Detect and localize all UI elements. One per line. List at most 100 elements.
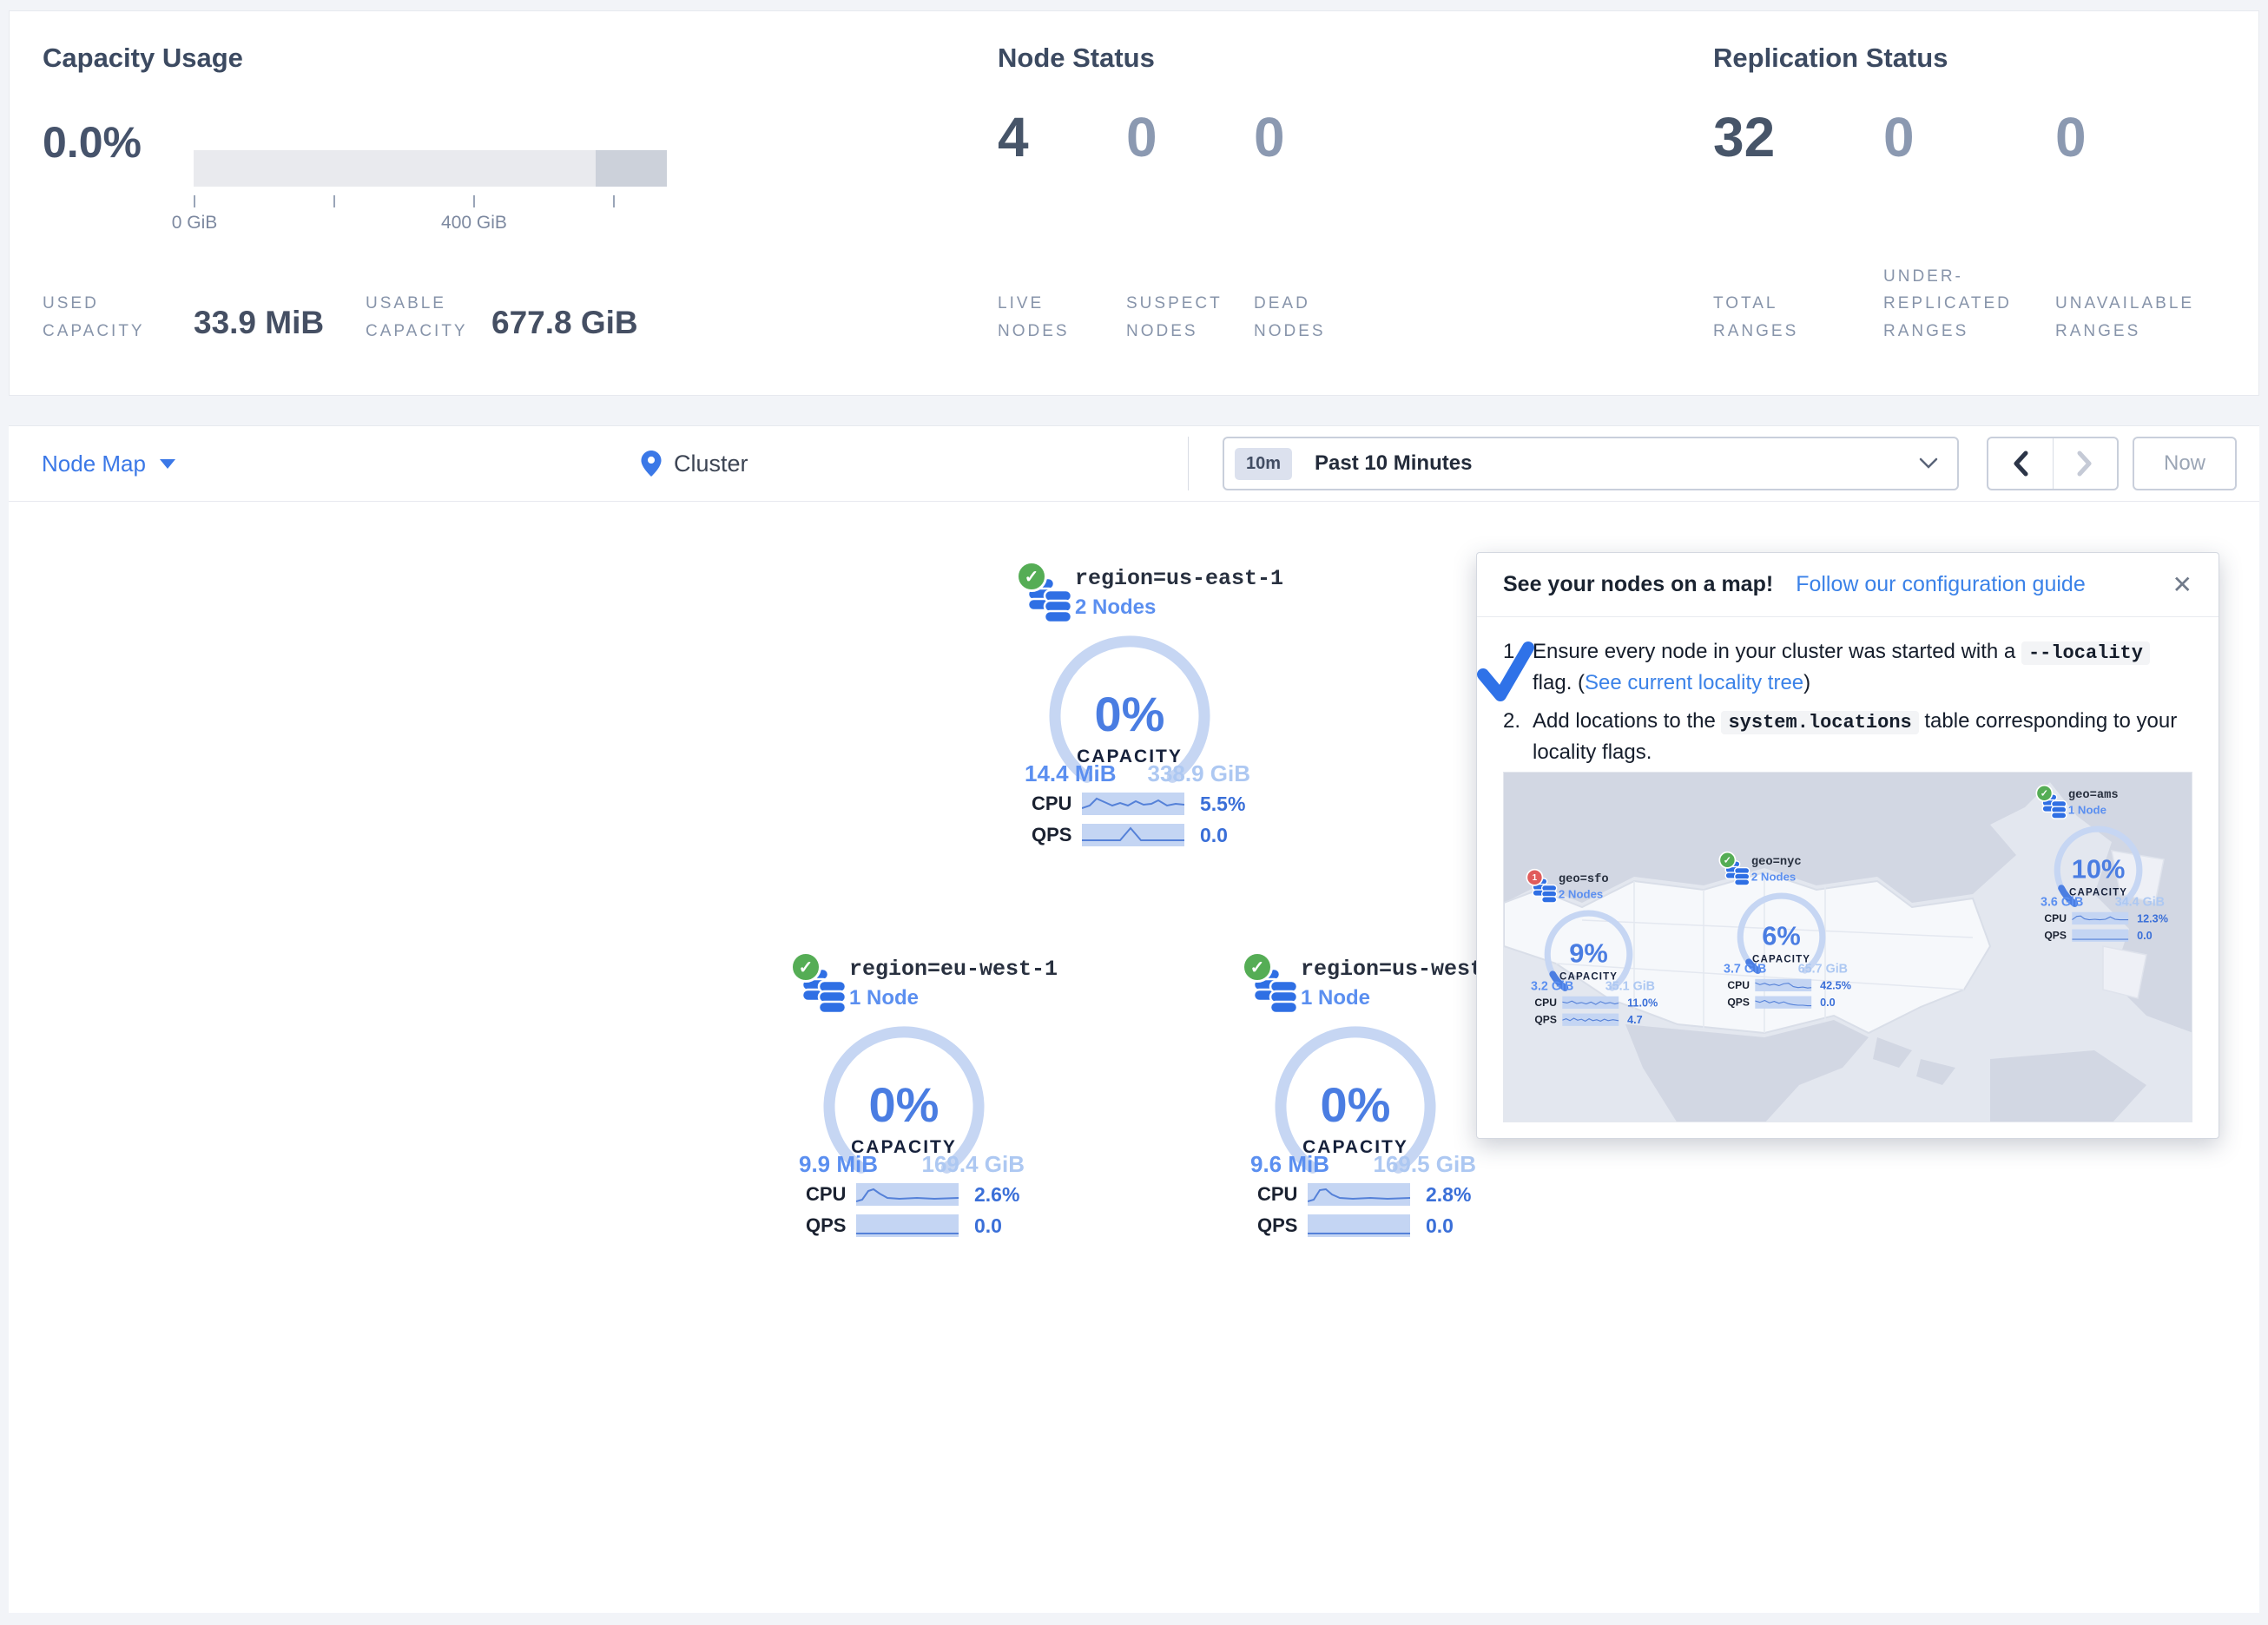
node-map-canvas: ✓ region=us-east-1 2 Nodes 0% CAPACITY 1…: [9, 502, 2259, 1613]
live-nodes-label: LIVE NODES: [998, 290, 1102, 345]
breadcrumb[interactable]: Cluster: [641, 426, 748, 501]
locality-node-count-link[interactable]: 1 Node: [1301, 986, 1370, 1010]
qps-label: QPS: [1257, 1214, 1308, 1237]
cpu-value: 12.3%: [2137, 911, 2168, 924]
qps-metric-row: QPS 0.0: [806, 1214, 1032, 1238]
configuration-guide-link[interactable]: Follow our configuration guide: [1796, 572, 2086, 597]
close-icon[interactable]: ✕: [2172, 570, 2192, 599]
capacity-usage-title: Capacity Usage: [43, 43, 243, 74]
status-ok-badge: ✓: [1016, 561, 1047, 592]
step-text: Add locations to the system.locations ta…: [1533, 706, 2194, 768]
check-icon: ✓: [1250, 957, 1265, 978]
now-button[interactable]: Now: [2133, 437, 2237, 490]
cpu-metric-row: CPU 5.5%: [1032, 792, 1257, 816]
chevron-left-icon: [2013, 451, 2028, 477]
usable-capacity-label: USABLE CAPACITY: [366, 290, 509, 345]
cluster-summary-bar: Capacity Usage 0.0% 0 GiB 400 GiB USED C…: [9, 10, 2259, 396]
time-step-buttons: [1987, 437, 2119, 490]
time-range-badge: 10m: [1235, 448, 1292, 480]
qps-label: QPS: [1534, 1014, 1562, 1026]
mini-locality-node-nyc: ✓ geo=nyc 2 Nodes 6%: [1714, 852, 1857, 1011]
used-capacity: 3.7 GiB: [1724, 961, 1766, 976]
capacity-percent: 0.0%: [43, 117, 142, 168]
locality-node-count: 2 Nodes: [1559, 888, 1603, 901]
check-icon: ✓: [1025, 566, 1039, 588]
qps-value: 0.0: [1820, 996, 1836, 1009]
qps-value: 0.0: [1426, 1214, 1454, 1238]
step-text-segment: Add locations to the: [1533, 709, 1721, 733]
total-ranges-label: TOTAL RANGES: [1713, 290, 1826, 345]
capacity-percent: 9%: [1539, 938, 1639, 969]
capacity-percent: 10%: [2048, 853, 2149, 885]
used-capacity: 9.9 MiB: [799, 1151, 878, 1178]
dead-nodes-label: DEAD NODES: [1254, 290, 1358, 345]
qps-sparkline: [856, 1214, 959, 1237]
cpu-metric-row: CPU 11.0%: [1534, 996, 1658, 1009]
suspect-nodes-count: 0: [1126, 105, 1157, 169]
cpu-label: CPU: [806, 1183, 856, 1206]
breadcrumb-label: Cluster: [674, 451, 748, 477]
mini-locality-node-sfo: 1 geo=sfo 2 Nodes 9%: [1521, 870, 1665, 1029]
usable-capacity: 338.9 GiB: [1147, 760, 1250, 787]
qps-metric-row: QPS 4.7: [1534, 1013, 1658, 1026]
step-text-segment: Ensure every node in your cluster was st…: [1533, 640, 2021, 663]
check-icon: ✓: [2041, 787, 2048, 799]
capacity-bar: [194, 150, 667, 187]
under-replicated-label: UNDER-REPLICATED RANGES: [1883, 263, 2031, 345]
usable-capacity: 35.1 GiB: [1605, 978, 1655, 993]
locality-node-eu-west-1[interactable]: ✓ region=eu-west-1 1 Node 0% CAPACITY 9.…: [781, 953, 1042, 1241]
total-ranges-count: 32: [1713, 105, 1775, 169]
cpu-value: 5.5%: [1200, 793, 1245, 816]
status-ok-badge: ✓: [1719, 852, 1737, 869]
cpu-label: CPU: [1032, 793, 1082, 815]
locality-node-count: 2 Nodes: [1751, 871, 1796, 884]
axis-tick: [194, 195, 195, 207]
under-replicated-count: 0: [1883, 105, 1915, 169]
qps-label: QPS: [1727, 997, 1755, 1009]
suspect-nodes-label: SUSPECT NODES: [1126, 290, 1239, 345]
qps-sparkline: [1755, 997, 1811, 1009]
locality-node-us-east-1[interactable]: ✓ region=us-east-1 2 Nodes 0% CAPACITY 1…: [1007, 562, 1268, 851]
qps-metric-row: QPS 0.0: [2044, 929, 2168, 942]
qps-sparkline: [1308, 1214, 1410, 1237]
cpu-sparkline: [1562, 997, 1619, 1009]
view-selector-dropdown[interactable]: Node Map: [42, 426, 175, 501]
capacity-percent: 6%: [1731, 920, 1832, 951]
locality-node-count-link[interactable]: 1 Node: [849, 986, 919, 1010]
step-2: 2. Add locations to the system.locations…: [1503, 706, 2194, 768]
qps-value: 0.0: [1200, 824, 1228, 847]
used-capacity-value: 33.9 MiB: [194, 305, 324, 341]
locality-name: geo=ams: [2068, 787, 2119, 801]
locality-name: region=us-east-1: [1075, 566, 1283, 591]
qps-value: 0.0: [974, 1214, 1002, 1238]
cpu-metric-row: CPU 2.6%: [806, 1182, 1032, 1207]
used-capacity-label: USED CAPACITY: [43, 290, 164, 345]
popup-header: See your nodes on a map! Follow our conf…: [1477, 553, 2219, 617]
qps-sparkline: [1562, 1014, 1619, 1026]
usable-capacity: 34.4 GiB: [2115, 894, 2165, 909]
time-range-select[interactable]: 10m Past 10 Minutes: [1223, 437, 1959, 490]
cpu-sparkline: [1082, 793, 1184, 815]
cpu-value: 2.8%: [1426, 1183, 1471, 1207]
time-step-forward-button[interactable]: [2053, 438, 2118, 489]
locality-name: geo=nyc: [1751, 854, 1802, 868]
chevron-right-icon: [2077, 451, 2093, 477]
locality-node-count-link[interactable]: 2 Nodes: [1075, 595, 1156, 620]
status-ok-badge: ✓: [1242, 951, 1273, 983]
caret-down-icon: [160, 459, 175, 469]
capacity-bar-reserved-segment: [596, 150, 667, 187]
time-step-back-button[interactable]: [1988, 438, 2053, 489]
cpu-sparkline: [2072, 912, 2128, 924]
node-status-title: Node Status: [998, 43, 1155, 74]
cpu-value: 11.0%: [1627, 996, 1658, 1009]
cpu-sparkline: [1308, 1183, 1410, 1206]
used-capacity: 14.4 MiB: [1025, 760, 1117, 787]
locality-node-us-west-1[interactable]: ✓ region=us-west-1 1 Node 0% CAPACITY 9.…: [1233, 953, 1493, 1241]
time-range-label: Past 10 Minutes: [1315, 451, 1472, 476]
locality-tree-link[interactable]: See current locality tree: [1585, 671, 1803, 694]
cpu-value: 2.6%: [974, 1183, 1019, 1207]
capacity-percent: 0%: [1264, 1076, 1447, 1133]
cockroachdb-node-map-page: Capacity Usage 0.0% 0 GiB 400 GiB USED C…: [0, 0, 2268, 1625]
step-text-segment: flag. (: [1533, 671, 1585, 694]
qps-metric-row: QPS 0.0: [1032, 823, 1257, 847]
